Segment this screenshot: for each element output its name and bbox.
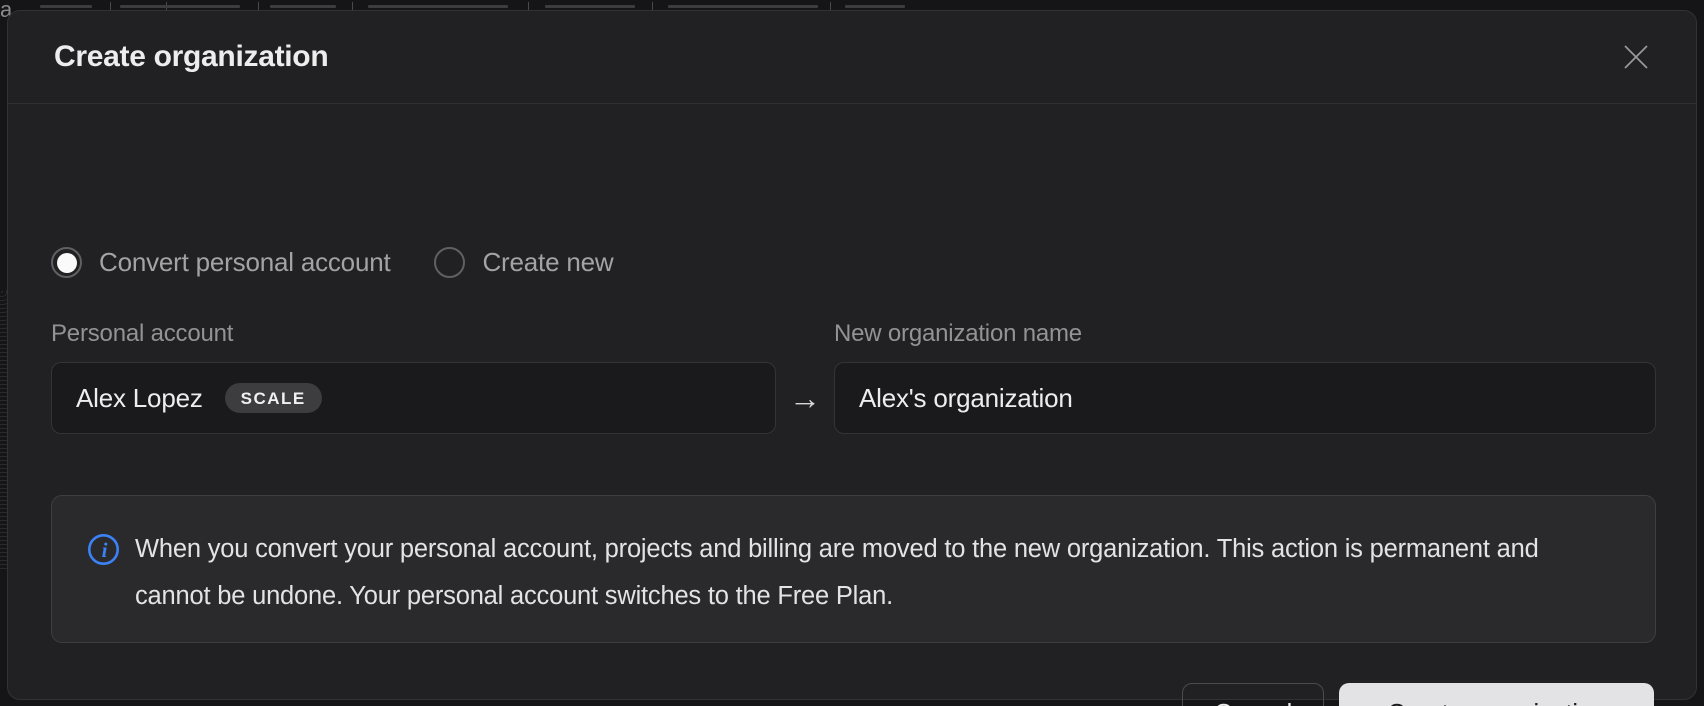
personal-account-label: Personal account: [51, 320, 233, 348]
background-texture: [0, 290, 7, 570]
svg-text:i: i: [102, 538, 108, 562]
close-button[interactable]: [1616, 37, 1656, 77]
radio-convert-personal-account[interactable]: Convert personal account: [51, 247, 390, 278]
info-icon: i: [87, 533, 120, 566]
cancel-button[interactable]: Cancel: [1182, 683, 1324, 706]
create-organization-dialog: Create organization Convert personal acc…: [7, 10, 1697, 700]
personal-account-field: Alex Lopez SCALE: [51, 362, 776, 434]
close-icon: [1623, 44, 1649, 70]
radio-selected-icon: [51, 247, 82, 278]
radio-label: Create new: [482, 247, 613, 278]
info-callout: i When you convert your personal account…: [51, 495, 1656, 643]
plan-badge: SCALE: [225, 383, 322, 413]
new-organization-name-input[interactable]: [859, 383, 1631, 414]
arrow-right-icon: →: [776, 362, 834, 434]
background-page-strip: [0, 0, 1704, 10]
radio-create-new[interactable]: Create new: [434, 247, 613, 278]
personal-account-name: Alex Lopez: [76, 383, 203, 414]
radio-unselected-icon: [434, 247, 465, 278]
dialog-header: Create organization: [8, 11, 1696, 104]
dialog-title: Create organization: [54, 40, 328, 74]
dialog-body: Convert personal account Create new Pers…: [8, 104, 1696, 699]
dialog-actions: Cancel Create organization: [1182, 683, 1654, 706]
account-mode-radio-group: Convert personal account Create new: [51, 247, 613, 278]
new-organization-name-field: [834, 362, 1656, 434]
new-organization-name-label: New organization name: [834, 320, 1082, 348]
radio-label: Convert personal account: [99, 247, 390, 278]
info-message: When you convert your personal account, …: [135, 526, 1619, 620]
conversion-fields-row: Alex Lopez SCALE →: [51, 362, 1656, 434]
create-organization-button[interactable]: Create organization: [1339, 683, 1654, 706]
